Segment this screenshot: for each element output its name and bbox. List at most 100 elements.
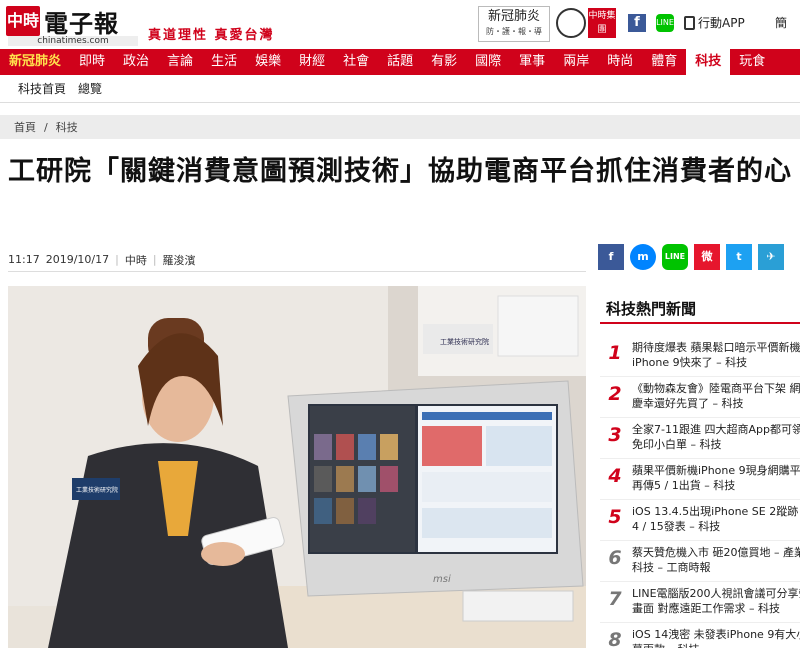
hot-news-rank: 5 xyxy=(608,506,622,528)
nav-item[interactable]: 新冠肺炎 xyxy=(0,49,70,75)
facebook-icon[interactable]: f xyxy=(628,14,646,32)
nav-item[interactable]: 有影 xyxy=(422,49,466,75)
monitor-brand: msi xyxy=(433,574,451,585)
hot-news-text[interactable]: iOS 13.4.5出現iPhone SE 2蹤跡 再 4 / 15發表 – 科技 xyxy=(632,504,800,534)
hot-news-line1: 期待度爆表 蘋果鬆口暗示平價新機 xyxy=(632,341,800,354)
meta-divider: | xyxy=(152,253,157,266)
covid-special-logo[interactable]: 新冠肺炎 防‧護‧報‧導 xyxy=(478,6,550,42)
hot-news-rank: 2 xyxy=(608,383,622,405)
hot-news-line2: 免印小白單 – 科技 xyxy=(632,438,722,451)
phone-icon xyxy=(684,15,695,30)
photo-illustration: 工業技術研究院 msi 工業技術研究院 xyxy=(8,286,586,648)
nav-item[interactable]: 娛樂 xyxy=(246,49,290,75)
hot-news-line1: 全家7-11跟進 四大超商App都可領口 xyxy=(632,423,800,436)
hot-news-item[interactable]: 6 蔡天贊危機入市 砸20億買地 – 產業 科技 – 工商時報 xyxy=(600,541,800,582)
article-time: 11:17 xyxy=(8,253,40,266)
nav-item[interactable]: 國際 xyxy=(466,49,510,75)
article-meta: 11:17 2019/10/17 | 中時 | 羅浚濱 xyxy=(8,248,586,272)
hot-news-text[interactable]: iOS 14洩密 未發表iPhone 9有大小螢幕兩款 – 科技 xyxy=(632,627,800,648)
nav-item[interactable]: 軍事 xyxy=(510,49,554,75)
facebook-share-icon[interactable]: f xyxy=(598,244,624,270)
hot-news-line2: 幕兩款 – 科技 xyxy=(632,642,800,648)
hot-news-title: 科技熱門新聞 xyxy=(600,294,800,324)
hot-news-text[interactable]: 蘋果平價新機iPhone 9現身網購平台 再傳5 / 1出貨 – 科技 xyxy=(632,463,800,493)
hot-news-item[interactable]: 7 LINE電腦版200人視訊會議可分享螢 畫面 對應遠距工作需求 – 科技 xyxy=(600,582,800,623)
nav-item[interactable]: 政治 xyxy=(114,49,158,75)
hot-news-line2: iPhone 9快來了 – 科技 xyxy=(632,356,748,369)
nav-item[interactable]: 社會 xyxy=(334,49,378,75)
subnav-item[interactable]: 總覽 xyxy=(78,80,102,97)
meta-divider: | xyxy=(115,253,119,266)
covid-subtitle: 防‧護‧報‧導 xyxy=(486,27,542,36)
mascot-icon[interactable] xyxy=(556,8,586,38)
weibo-share-icon[interactable]: 微 xyxy=(694,244,720,270)
hot-news-rank: 6 xyxy=(608,547,622,569)
main-nav: 新冠肺炎 即時 政治 言論 生活 娛樂 財經 社會 話題 有影 國際 軍事 兩岸 時尚 體育 科技 玩食 xyxy=(0,49,800,75)
language-switch[interactable]: 簡 xyxy=(775,14,787,31)
hot-news-rank: 1 xyxy=(608,342,622,364)
breadcrumb: 首頁 / 科技 xyxy=(0,115,800,139)
hot-news-line2: 慶幸還好先買了 – 科技 xyxy=(632,397,744,410)
line-share-icon[interactable]: LINE xyxy=(662,244,688,270)
hot-news-line2: 畫面 對應遠距工作需求 – 科技 xyxy=(632,602,780,615)
breadcrumb-separator: / xyxy=(44,120,48,134)
hot-news-item[interactable]: 3 全家7-11跟進 四大超商App都可領口 免印小白單 – 科技 xyxy=(600,418,800,459)
site-logo-title[interactable]: 電子報 xyxy=(44,4,119,39)
hot-news-item[interactable]: 1 期待度爆表 蘋果鬆口暗示平價新機 iPhone 9快來了 – 科技 xyxy=(600,336,800,377)
nav-item[interactable]: 話題 xyxy=(378,49,422,75)
hot-news-rank: 7 xyxy=(608,588,622,610)
nav-item[interactable]: 玩食 xyxy=(730,49,774,75)
nav-item[interactable]: 即時 xyxy=(70,49,114,75)
nav-item[interactable]: 時尚 xyxy=(598,49,642,75)
hot-news-line1: LINE電腦版200人視訊會議可分享螢 xyxy=(632,587,800,600)
hot-news-text[interactable]: 期待度爆表 蘋果鬆口暗示平價新機 iPhone 9快來了 – 科技 xyxy=(632,340,800,370)
mobile-app-label: 行動APP xyxy=(698,16,745,30)
hot-news-rank: 8 xyxy=(608,629,622,648)
site-header: 中時 電子報 chinatimes.com 真道理性 真愛台灣 新冠肺炎 防‧護… xyxy=(0,0,800,48)
hot-news-rank: 3 xyxy=(608,424,622,446)
nav-item[interactable]: 財經 xyxy=(290,49,334,75)
twitter-share-icon[interactable]: t xyxy=(726,244,752,270)
hot-news-line2: 科技 – 工商時報 xyxy=(632,561,711,574)
article-author[interactable]: 羅浚濱 xyxy=(163,252,196,268)
subnav-item[interactable]: 科技首頁 xyxy=(18,80,66,97)
hot-news-list: 1 期待度爆表 蘋果鬆口暗示平價新機 iPhone 9快來了 – 科技 2 《動物森友會… xyxy=(600,336,800,648)
line-icon[interactable]: LINE xyxy=(656,14,674,32)
nav-item[interactable]: 言論 xyxy=(158,49,202,75)
hot-news-text[interactable]: 《動物森友會》陸電商平台下架 網友 慶幸還好先買了 – 科技 xyxy=(632,381,800,411)
hot-news-line1: 蔡天贊危機入市 砸20億買地 – 產業 xyxy=(632,546,800,559)
share-bar: f m LINE 微 t ✈ xyxy=(598,244,784,270)
mobile-app-link[interactable]: 行動APP xyxy=(684,14,745,31)
hot-news-text[interactable]: 蔡天贊危機入市 砸20億買地 – 產業 科技 – 工商時報 xyxy=(632,545,800,575)
hot-news-line1: 《動物森友會》陸電商平台下架 網友 xyxy=(632,382,800,395)
covid-title: 新冠肺炎 xyxy=(487,9,540,24)
breadcrumb-tech[interactable]: 科技 xyxy=(56,119,78,135)
article-photo: 工業技術研究院 msi 工業技術研究院 xyxy=(8,286,586,648)
group-badge[interactable]: 中時集團 xyxy=(588,8,616,38)
hot-news-line1: 蘋果平價新機iPhone 9現身網購平台 xyxy=(632,464,800,477)
hot-news-item[interactable]: 5 iOS 13.4.5出現iPhone SE 2蹤跡 再 4 / 15發表 – 科… xyxy=(600,500,800,541)
site-domain: chinatimes.com xyxy=(8,36,138,46)
telegram-share-icon[interactable]: ✈ xyxy=(758,244,784,270)
article-source[interactable]: 中時 xyxy=(125,252,147,268)
site-logo[interactable]: 中時 xyxy=(6,6,40,36)
name-badge: 工業技術研究院 xyxy=(76,486,118,494)
hot-news-rank: 4 xyxy=(608,465,622,487)
hot-news-item[interactable]: 8 iOS 14洩密 未發表iPhone 9有大小螢幕兩款 – 科技 xyxy=(600,623,800,648)
nav-item[interactable]: 體育 xyxy=(642,49,686,75)
messenger-share-icon[interactable]: m xyxy=(630,244,656,270)
hot-news-line1: iOS 14洩密 未發表iPhone 9有大小螢 xyxy=(632,628,800,641)
hot-news-item[interactable]: 4 蘋果平價新機iPhone 9現身網購平台 再傳5 / 1出貨 – 科技 xyxy=(600,459,800,500)
nav-item[interactable]: 兩岸 xyxy=(554,49,598,75)
hot-news-item[interactable]: 2 《動物森友會》陸電商平台下架 網友 慶幸還好先買了 – 科技 xyxy=(600,377,800,418)
article-title: 工研院「關鍵消費意圖預測技術」協助電商平台抓住消費者的心 xyxy=(8,156,792,187)
hot-news-text[interactable]: 全家7-11跟進 四大超商App都可領口 免印小白單 – 科技 xyxy=(632,422,800,452)
sub-nav: 科技首頁 總覽 xyxy=(0,75,800,103)
breadcrumb-home[interactable]: 首頁 xyxy=(14,119,36,135)
nav-item[interactable]: 科技 xyxy=(686,49,731,75)
article-date: 2019/10/17 xyxy=(45,253,110,266)
hot-news-text[interactable]: LINE電腦版200人視訊會議可分享螢 畫面 對應遠距工作需求 – 科技 xyxy=(632,586,800,616)
site-slogan: 真道理性 真愛台灣 xyxy=(148,28,275,43)
hot-news-line2: 再傳5 / 1出貨 – 科技 xyxy=(632,479,736,492)
nav-item[interactable]: 生活 xyxy=(202,49,246,75)
